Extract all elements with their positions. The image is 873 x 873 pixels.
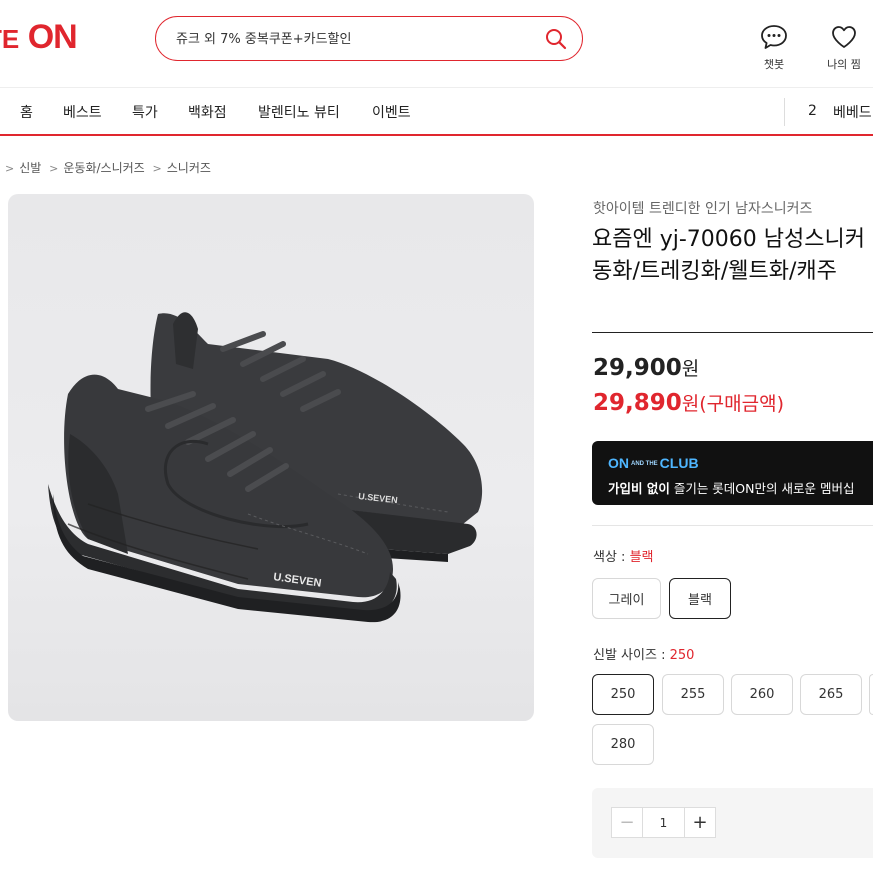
heart-icon: [832, 26, 856, 48]
chevron-right-icon: >: [49, 162, 59, 175]
on-club-banner[interactable]: ON AND THE CLUB 가입비 없이 즐기는 롯데ON만의 새로운 멤버십: [592, 441, 873, 505]
chevron-right-icon: >: [5, 162, 15, 175]
size-option-250[interactable]: 250: [592, 674, 654, 715]
breadcrumb: > 신발 > 운동화/스니커즈 > 스니커즈: [5, 159, 215, 176]
trending-rank-number: 2: [808, 103, 817, 119]
breadcrumb-item[interactable]: 신발: [19, 161, 41, 175]
product-subtitle: 핫아이템 트렌디한 인기 남자스니커즈: [593, 201, 813, 217]
club-logo-club: CLUB: [659, 455, 699, 471]
section-divider: [592, 525, 873, 526]
size-selected-value: 250: [669, 648, 695, 663]
product-image[interactable]: U.SEVEN U.SEVEN: [8, 194, 534, 721]
color-label-text: 색상 :: [593, 550, 630, 565]
site-header: TE ON 챗봇 나의 찜: [0, 0, 873, 88]
original-price: 29,900원: [593, 354, 699, 381]
trending-keyword[interactable]: 베베드: [833, 102, 872, 122]
sneaker-illustration: U.SEVEN U.SEVEN: [48, 312, 483, 623]
club-logo-on: ON: [608, 455, 629, 471]
quantity-value[interactable]: 1: [643, 808, 684, 837]
color-option-label: 색상 : 블랙: [593, 546, 654, 565]
nav-item-home[interactable]: 홈: [20, 102, 33, 122]
breadcrumb-item[interactable]: 운동화/스니커즈: [63, 161, 144, 175]
size-option-265[interactable]: 265: [800, 674, 862, 715]
sale-price-value: 29,890: [593, 390, 682, 416]
chevron-right-icon: >: [152, 162, 162, 175]
chatbot-button[interactable]: 챗봇: [744, 24, 804, 72]
breadcrumb-item[interactable]: 스니커즈: [167, 161, 211, 175]
quantity-decrease-button[interactable]: −: [612, 808, 643, 837]
nav-item-event[interactable]: 이벤트: [372, 102, 411, 122]
nav-item-department-store[interactable]: 백화점: [188, 102, 227, 122]
product-title-line2: 동화/트레킹화/웰트화/캐주: [592, 259, 837, 284]
club-logo-and: AND THE: [631, 461, 658, 468]
size-option-255[interactable]: 255: [662, 674, 724, 715]
search-bar[interactable]: [155, 16, 583, 61]
size-option-260[interactable]: 260: [731, 674, 793, 715]
nav-item-best[interactable]: 베스트: [63, 102, 102, 122]
club-text-bold: 가입비 없이: [608, 481, 670, 496]
color-option-black[interactable]: 블랙: [669, 578, 731, 619]
product-title: 요즘엔 yj-70060 남성스니커 동화/트레킹화/웰트화/캐주: [592, 224, 873, 288]
club-text-rest: 즐기는 롯데ON만의 새로운 멤버십: [669, 481, 855, 496]
nav-item-valentino-beauty[interactable]: 발렌티노 뷰티: [258, 102, 340, 122]
size-option-label: 신발 사이즈 : 250: [593, 644, 694, 663]
search-icon[interactable]: [544, 27, 568, 51]
quantity-increase-button[interactable]: +: [684, 808, 715, 837]
search-input[interactable]: [176, 27, 536, 51]
product-title-line1: 요즘엔 yj-70060 남성스니커: [592, 227, 865, 252]
nav-item-deals[interactable]: 특가: [132, 102, 158, 122]
sale-price-suffix: (구매금액): [699, 393, 784, 415]
price-unit: 원: [681, 358, 700, 380]
title-divider: [592, 332, 873, 333]
chatbot-label: 챗봇: [763, 58, 785, 71]
color-option-gray[interactable]: 그레이: [592, 578, 661, 619]
original-price-value: 29,900: [593, 355, 682, 381]
lotte-on-logo[interactable]: TE ON: [0, 18, 78, 57]
size-option-partial[interactable]: [869, 674, 873, 715]
on-club-logo: ON AND THE CLUB: [608, 455, 699, 471]
wishlist-label: 나의 찜: [827, 58, 861, 71]
club-description: 가입비 없이 즐기는 롯데ON만의 새로운 멤버십: [608, 478, 854, 497]
nav-divider: [784, 98, 785, 126]
price-unit: 원: [681, 393, 700, 415]
quantity-stepper[interactable]: − 1 +: [611, 807, 716, 838]
color-selected-value: 블랙: [629, 550, 654, 565]
wishlist-button[interactable]: 나의 찜: [814, 24, 873, 72]
size-label-text: 신발 사이즈 :: [593, 648, 670, 663]
quantity-section: − 1 +: [592, 788, 873, 858]
chat-bubble-icon: [761, 25, 787, 49]
size-option-280[interactable]: 280: [592, 724, 654, 765]
main-nav: 홈 베스트 특가 백화점 발렌티노 뷰티 이벤트 2 베베드: [0, 88, 873, 136]
sale-price: 29,890원(구매금액): [593, 389, 784, 416]
